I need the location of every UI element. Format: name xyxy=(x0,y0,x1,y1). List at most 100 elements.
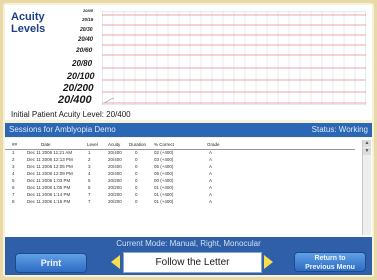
cell-duration: 0 xyxy=(135,171,138,176)
current-mode-text: Current Mode: Manual, Right, Monocular xyxy=(116,239,261,248)
y-level-label: 20/100 xyxy=(67,71,95,81)
cell-grade: A xyxy=(209,192,213,197)
cell-grade: A xyxy=(209,171,213,176)
table-scrollbar[interactable]: ▲ ▼ xyxy=(362,140,371,235)
cell-date: Dec 11 2006 1:15 PM xyxy=(27,199,71,204)
cell-grade: A xyxy=(209,185,213,190)
cell-grade: A xyxy=(209,150,213,155)
y-level-label: 20/15 xyxy=(82,17,94,22)
cell-duration: 0 xyxy=(135,178,138,183)
table-row[interactable]: 1 Dec 11 2006 11:21 AM 1 20/400 0 02 (+4… xyxy=(5,150,355,157)
activity-selector[interactable]: Follow the Letter xyxy=(123,252,262,273)
acuity-title-line2: Levels xyxy=(11,23,46,35)
cell-num: 6 xyxy=(12,185,15,190)
y-level-label: 20/40 xyxy=(78,37,94,43)
cell-num: 5 xyxy=(12,178,15,183)
acuity-title-line1: Acuity xyxy=(11,11,45,23)
footer-bar: Current Mode: Manual, Right, Monocular P… xyxy=(5,237,372,275)
sessions-table: ## Date Level Acuity Duration % Correct … xyxy=(5,138,372,237)
return-label-line1: Return to xyxy=(314,255,346,262)
cell-num: 2 xyxy=(12,157,15,162)
previous-arrow-icon[interactable] xyxy=(111,255,120,269)
y-level-label: 20/200 xyxy=(63,83,94,94)
scroll-down-icon[interactable]: ▼ xyxy=(363,148,371,155)
column-header[interactable]: ## xyxy=(12,142,17,147)
cell-date: Dec 11 2006 12:13 PM xyxy=(27,157,73,162)
cell-grade: A xyxy=(209,199,213,204)
table-row[interactable]: 5 Dec 11 2006 1:03 PM 5 20/200 0 00 (+40… xyxy=(5,178,355,185)
cell-num: 7 xyxy=(12,192,15,197)
table-row[interactable]: 7 Dec 11 2006 1:14 PM 7 20/200 0 01 (+40… xyxy=(5,192,355,199)
cell-grade: A xyxy=(209,164,213,169)
cell-acuity: 20/200 xyxy=(108,178,122,183)
cell-num: 1 xyxy=(12,150,15,155)
print-button[interactable]: Print xyxy=(15,253,87,273)
acuity-grid xyxy=(102,11,366,105)
cell-grade: A xyxy=(209,178,213,183)
app-frame: Acuity Levels 20/05 20/15 20/30 20/40 20… xyxy=(3,3,374,277)
cell-acuity: 20/400 xyxy=(108,171,122,176)
acuity-levels-title: Acuity Levels xyxy=(11,11,45,35)
initial-acuity-label: Initial Patient Acuity Level: 20/400 xyxy=(11,110,131,119)
table-row[interactable]: 4 Dec 11 2006 12:09 PM 4 20/400 0 05 (+4… xyxy=(5,171,355,178)
cell-grade: A xyxy=(209,157,213,162)
column-header[interactable]: Duration xyxy=(129,142,146,147)
table-row[interactable]: 8 Dec 11 2006 1:15 PM 7 20/200 0 01 (+40… xyxy=(5,199,355,206)
table-row[interactable]: 2 Dec 11 2006 12:13 PM 2 20/400 0 03 (+4… xyxy=(5,157,355,164)
cell-correct: 05 (+400) xyxy=(154,164,174,169)
table-row[interactable]: 6 Dec 11 2006 1:05 PM 5 20/200 0 01 (+40… xyxy=(5,185,355,192)
table-rows: 1 Dec 11 2006 11:21 AM 1 20/400 0 02 (+4… xyxy=(5,150,355,206)
scroll-up-icon[interactable]: ▲ xyxy=(363,140,371,147)
cell-correct: 00 (+400) xyxy=(154,178,174,183)
cell-acuity: 20/200 xyxy=(108,192,122,197)
cell-date: Dec 11 2006 1:05 PM xyxy=(27,185,71,190)
column-header[interactable]: Level xyxy=(87,142,98,147)
y-level-label: 20/80 xyxy=(72,59,93,68)
cell-duration: 0 xyxy=(135,199,138,204)
column-header[interactable]: Date xyxy=(41,142,51,147)
acuity-chart-panel: Acuity Levels 20/05 20/15 20/30 20/40 20… xyxy=(5,5,372,120)
cell-date: Dec 11 2006 12:09 PM xyxy=(27,171,73,176)
cell-level: 2 xyxy=(88,157,91,162)
cell-num: 8 xyxy=(12,199,15,204)
cell-level: 7 xyxy=(88,192,91,197)
y-level-label: 20/400 xyxy=(58,94,92,106)
cell-correct: 02 (+400) xyxy=(154,150,174,155)
y-level-label: 20/30 xyxy=(80,27,93,33)
cell-num: 3 xyxy=(12,164,15,169)
column-header[interactable]: Acuity xyxy=(108,142,120,147)
cell-acuity: 20/400 xyxy=(108,157,122,162)
cell-num: 4 xyxy=(12,171,15,176)
cell-level: 5 xyxy=(88,185,91,190)
cell-duration: 0 xyxy=(135,157,138,162)
cell-acuity: 20/400 xyxy=(108,150,122,155)
status-text: Status: Working xyxy=(311,125,368,134)
cell-date: Dec 11 2006 11:21 AM xyxy=(27,150,73,155)
cell-level: 5 xyxy=(88,178,91,183)
table-row[interactable]: 3 Dec 11 2006 12:05 PM 3 20/400 0 05 (+4… xyxy=(5,164,355,171)
sessions-header-bar: Sessions for Amblyopia Demo Status: Work… xyxy=(5,123,372,137)
cell-acuity: 20/200 xyxy=(108,185,122,190)
cell-correct: 05 (+400) xyxy=(154,171,174,176)
column-header[interactable]: Grade xyxy=(207,142,220,147)
cell-acuity: 20/400 xyxy=(108,164,122,169)
cell-correct: 01 (+400) xyxy=(154,199,174,204)
cell-duration: 0 xyxy=(135,185,138,190)
column-header[interactable]: % Correct xyxy=(154,142,174,147)
cell-date: Dec 11 2006 1:14 PM xyxy=(27,192,71,197)
cell-level: 3 xyxy=(88,164,91,169)
cell-acuity: 20/200 xyxy=(108,199,122,204)
y-level-label: 20/05 xyxy=(83,8,94,13)
return-to-previous-menu-button[interactable]: Return to Previous Menu xyxy=(294,252,366,272)
cell-duration: 0 xyxy=(135,150,138,155)
cell-correct: 03 (+400) xyxy=(154,157,174,162)
return-label-line2: Previous Menu xyxy=(305,264,355,271)
y-level-label: 20/60 xyxy=(76,47,93,54)
cell-level: 7 xyxy=(88,199,91,204)
cell-level: 4 xyxy=(88,171,91,176)
next-arrow-icon[interactable] xyxy=(264,255,273,269)
table-header: ## Date Level Acuity Duration % Correct … xyxy=(5,141,355,150)
cell-date: Dec 11 2006 1:03 PM xyxy=(27,178,71,183)
sessions-title: Sessions for Amblyopia Demo xyxy=(9,125,116,134)
cell-level: 1 xyxy=(88,150,91,155)
